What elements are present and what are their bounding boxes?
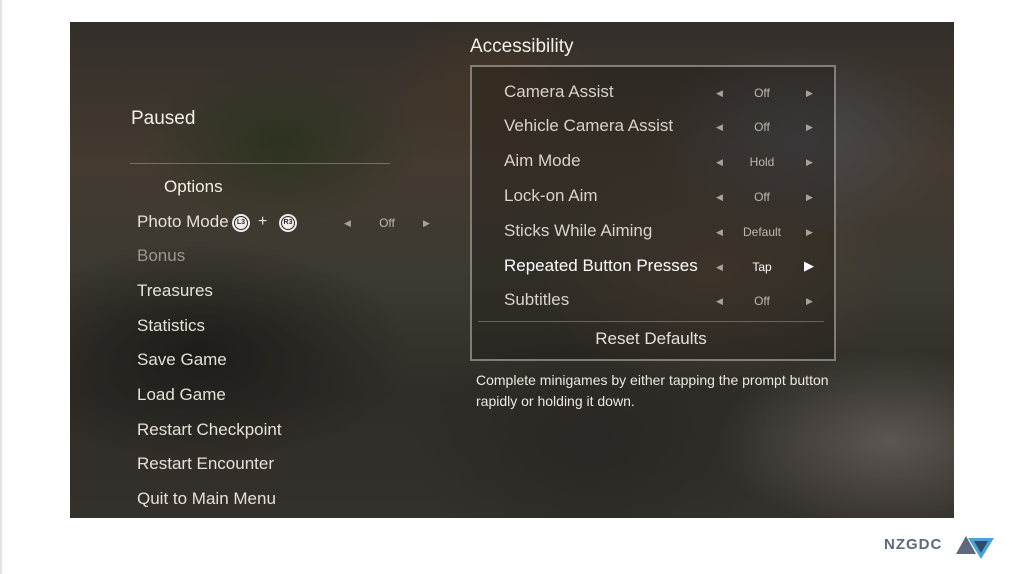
photo-mode-label: Photo Mode: [137, 212, 229, 231]
photo-mode-value: Off: [379, 216, 395, 230]
setting-row-vehicle-camera-assist[interactable]: Vehicle Camera Assist ◀ Off ▶: [504, 111, 834, 145]
pause-title: Paused: [131, 108, 196, 129]
menu-item-treasures[interactable]: Treasures: [137, 281, 213, 301]
game-screenshot: Paused Options Photo Mode L3 + R3 ◀ Off …: [70, 22, 954, 518]
setting-label: Sticks While Aiming: [504, 221, 653, 240]
setting-label: Camera Assist: [504, 82, 614, 101]
arrow-left-icon[interactable]: ◀: [716, 157, 723, 168]
logo-text: NZGDC: [884, 536, 943, 553]
setting-value: Default: [742, 225, 782, 239]
setting-row-sticks-while-aiming[interactable]: Sticks While Aiming ◀ Default ▶: [504, 216, 834, 250]
setting-row-aim-mode[interactable]: Aim Mode ◀ Hold ▶: [504, 146, 834, 180]
arrow-left-icon[interactable]: ◀: [344, 218, 351, 229]
arrow-left-icon[interactable]: ◀: [716, 192, 723, 203]
accessibility-panel: Camera Assist ◀ Off ▶ Vehicle Camera Ass…: [470, 65, 836, 361]
arrow-right-icon[interactable]: ▶: [423, 218, 430, 229]
arrow-right-icon[interactable]: ▶: [806, 192, 813, 203]
setting-value: Off: [754, 86, 770, 100]
menu-item-load-game[interactable]: Load Game: [137, 385, 226, 405]
arrow-right-icon[interactable]: ▶: [806, 227, 813, 238]
setting-label: Aim Mode: [504, 151, 581, 170]
setting-label: Lock-on Aim: [504, 186, 598, 205]
panel-divider: [478, 321, 824, 322]
arrow-left-icon[interactable]: ◀: [716, 88, 723, 99]
menu-item-bonus[interactable]: Bonus: [137, 246, 185, 266]
menu-item-restart-encounter[interactable]: Restart Encounter: [137, 454, 274, 474]
arrow-right-icon[interactable]: ▶: [806, 296, 813, 307]
setting-label: Vehicle Camera Assist: [504, 116, 674, 135]
setting-value: Off: [754, 190, 770, 204]
options-header[interactable]: Options: [164, 177, 223, 197]
slide-edge-line: [0, 0, 2, 574]
pause-divider: [130, 163, 390, 164]
setting-value: Hold: [749, 155, 775, 169]
setting-value: Off: [754, 294, 770, 308]
arrow-right-icon[interactable]: ▶: [806, 88, 813, 99]
arrow-left-icon[interactable]: ◀: [716, 262, 723, 273]
r3-button-icon: R3: [279, 214, 297, 232]
menu-item-statistics[interactable]: Statistics: [137, 316, 205, 336]
reset-defaults-button[interactable]: Reset Defaults: [472, 329, 830, 349]
setting-label: Repeated Button Presses: [504, 256, 698, 275]
arrow-right-icon[interactable]: ▶: [806, 157, 813, 168]
plus-sign: +: [258, 213, 268, 230]
setting-row-camera-assist[interactable]: Camera Assist ◀ Off ▶: [504, 77, 834, 111]
menu-item-save-game[interactable]: Save Game: [137, 350, 227, 370]
arrow-left-icon[interactable]: ◀: [716, 122, 723, 133]
arrow-left-icon[interactable]: ◀: [716, 296, 723, 307]
setting-row-repeated-button-presses[interactable]: Repeated Button Presses ◀ Tap ▶: [504, 251, 834, 285]
arrow-right-icon[interactable]: ▶: [804, 258, 814, 274]
menu-item-restart-checkpoint[interactable]: Restart Checkpoint: [137, 420, 282, 440]
setting-description: Complete minigames by either tapping the…: [476, 372, 829, 409]
setting-value: Off: [754, 120, 770, 134]
setting-label: Subtitles: [504, 290, 570, 309]
setting-row-subtitles[interactable]: Subtitles ◀ Off ▶: [504, 285, 834, 319]
logo-mark-icon: [956, 536, 994, 559]
l3-button-icon: L3: [232, 214, 250, 232]
arrow-left-icon[interactable]: ◀: [716, 227, 723, 238]
menu-item-quit-to-main-menu[interactable]: Quit to Main Menu: [137, 489, 276, 509]
setting-value: Tap: [752, 260, 772, 274]
accessibility-title: Accessibility: [470, 36, 574, 57]
arrow-right-icon[interactable]: ▶: [806, 122, 813, 133]
setting-row-lock-on-aim[interactable]: Lock-on Aim ◀ Off ▶: [504, 181, 834, 215]
